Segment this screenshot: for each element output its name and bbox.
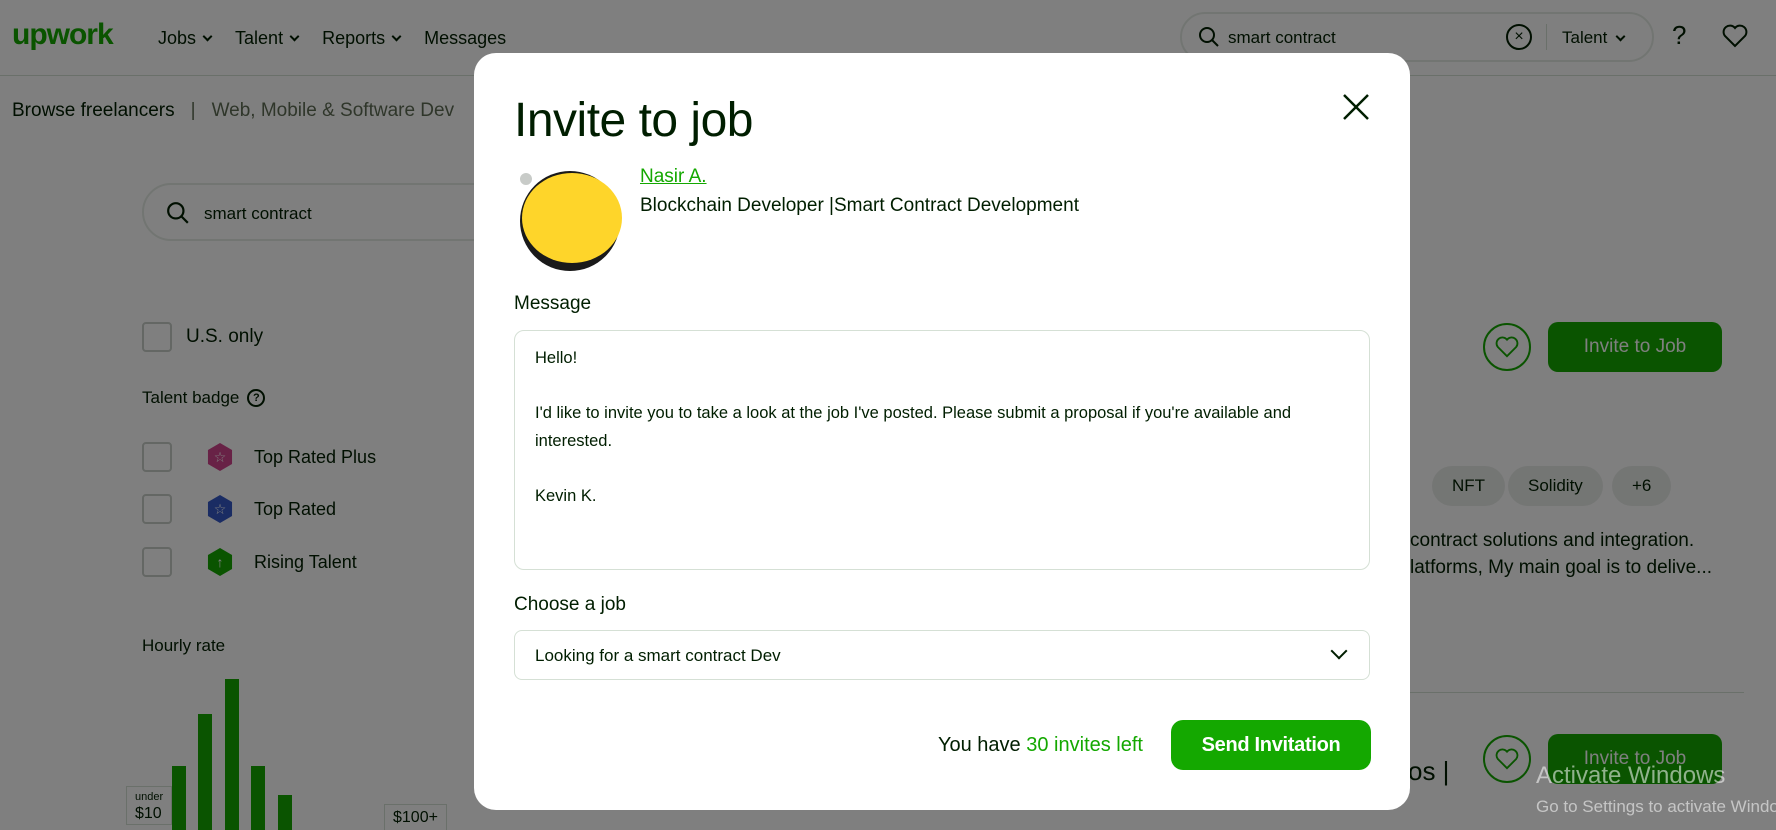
choose-job-label: Choose a job bbox=[514, 594, 626, 615]
invites-remaining: You have 30 invites left bbox=[938, 734, 1143, 756]
invite-modal: Invite to job Nasir A. Blockchain Develo… bbox=[474, 53, 1410, 810]
message-line: Hello! bbox=[535, 349, 578, 367]
avatar[interactable] bbox=[514, 165, 624, 275]
modal-title: Invite to job bbox=[514, 94, 753, 147]
avatar-image bbox=[522, 173, 622, 263]
freelancer-title: Blockchain Developer |Smart Contract Dev… bbox=[640, 195, 1079, 216]
send-invitation-button[interactable]: Send Invitation bbox=[1171, 720, 1371, 770]
job-select[interactable]: Looking for a smart contract Dev bbox=[514, 630, 1370, 680]
windows-watermark: Activate Windows bbox=[1536, 762, 1726, 789]
windows-watermark-sub: Go to Settings to activate Windows. bbox=[1536, 797, 1776, 816]
status-dot bbox=[518, 171, 534, 187]
message-label: Message bbox=[514, 293, 592, 314]
message-line: I'd like to invite you to take a look at… bbox=[535, 404, 1292, 450]
chevron-down-icon bbox=[1330, 642, 1348, 660]
selected-job: Looking for a smart contract Dev bbox=[535, 646, 781, 665]
freelancer-name-link[interactable]: Nasir A. bbox=[640, 166, 707, 188]
invites-count: 30 invites left bbox=[1026, 734, 1143, 756]
close-icon[interactable] bbox=[1340, 91, 1372, 123]
message-line: Kevin K. bbox=[535, 486, 597, 505]
message-textarea[interactable]: Hello! I'd like to invite you to take a … bbox=[514, 330, 1370, 570]
